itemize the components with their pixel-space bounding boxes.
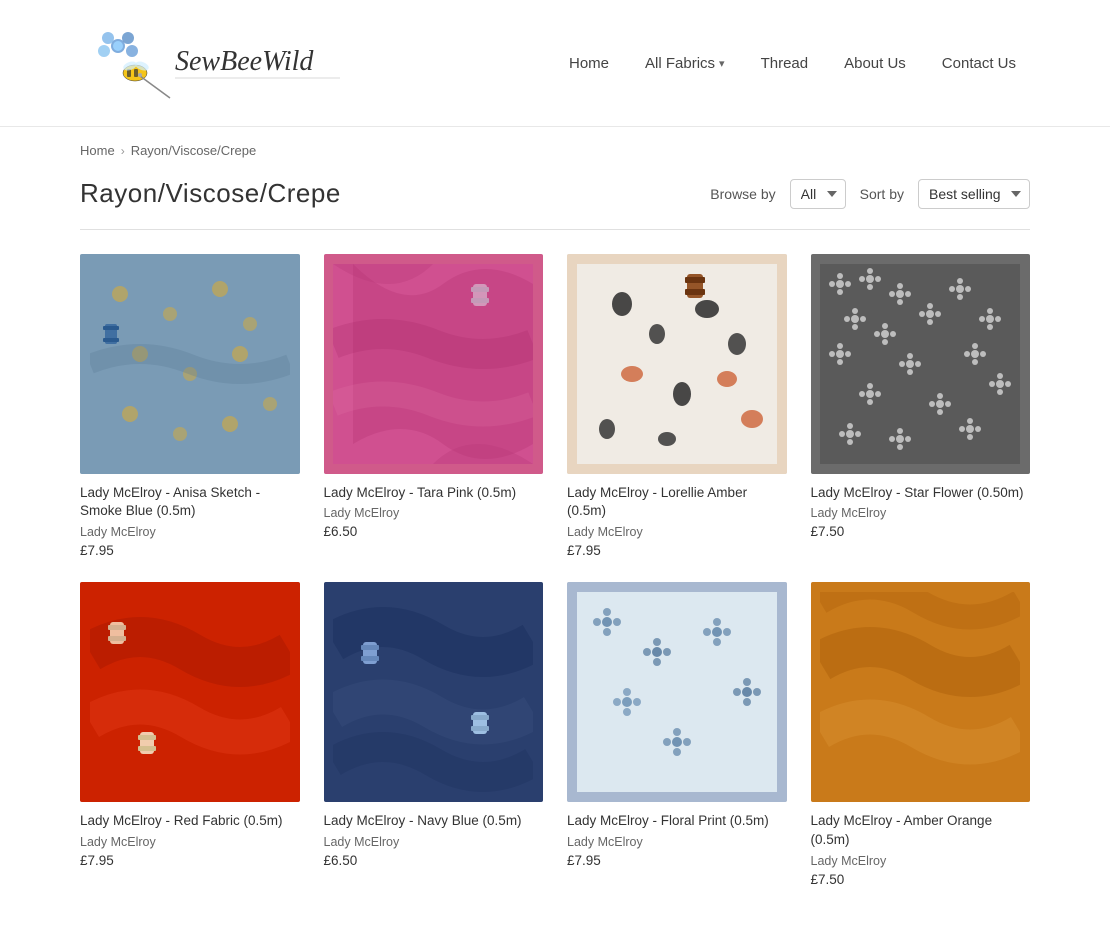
- nav-home[interactable]: Home: [555, 47, 623, 80]
- product-price: £6.50: [324, 853, 544, 868]
- product-price: £7.95: [80, 543, 300, 558]
- product-image-wrap: [324, 254, 544, 474]
- product-price: £7.50: [811, 872, 1031, 887]
- site-logo[interactable]: SewBeeWild: [80, 18, 340, 108]
- product-vendor: Lady McElroy: [80, 525, 300, 539]
- dropdown-arrow-icon: ▾: [719, 57, 725, 70]
- product-image-wrap: [811, 254, 1031, 474]
- nav-all-fabrics[interactable]: All Fabrics ▾: [631, 47, 739, 80]
- product-name: Lady McElroy - Navy Blue (0.5m): [324, 812, 544, 831]
- product-image-wrap: [324, 582, 544, 802]
- product-vendor: Lady McElroy: [811, 854, 1031, 868]
- breadcrumb-current: Rayon/Viscose/Crepe: [131, 143, 257, 158]
- product-name: Lady McElroy - Tara Pink (0.5m): [324, 484, 544, 503]
- product-name: Lady McElroy - Red Fabric (0.5m): [80, 812, 300, 831]
- product-card[interactable]: Lady McElroy - Red Fabric (0.5m) Lady Mc…: [80, 582, 300, 886]
- product-vendor: Lady McElroy: [567, 835, 787, 849]
- section-divider: [80, 229, 1030, 230]
- product-name: Lady McElroy - Floral Print (0.5m): [567, 812, 787, 831]
- product-card[interactable]: Lady McElroy - Star Flower (0.50m) Lady …: [811, 254, 1031, 558]
- sort-by-select[interactable]: Best selling: [918, 179, 1030, 209]
- nav-about-us[interactable]: About Us: [830, 47, 920, 80]
- product-card[interactable]: Lady McElroy - Floral Print (0.5m) Lady …: [567, 582, 787, 886]
- product-vendor: Lady McElroy: [324, 835, 544, 849]
- nav-contact-us[interactable]: Contact Us: [928, 47, 1030, 80]
- browse-by-label: Browse by: [710, 186, 775, 202]
- product-name: Lady McElroy - Amber Orange (0.5m): [811, 812, 1031, 850]
- product-vendor: Lady McElroy: [324, 506, 544, 520]
- page-header: Rayon/Viscose/Crepe Browse by All Sort b…: [0, 166, 1110, 229]
- product-image-wrap: [80, 582, 300, 802]
- site-header: SewBeeWild Home All Fabrics ▾ Thread Abo…: [0, 0, 1110, 127]
- product-vendor: Lady McElroy: [811, 506, 1031, 520]
- product-grid: Lady McElroy - Anisa Sketch - Smoke Blue…: [0, 254, 1110, 927]
- product-price: £7.95: [80, 853, 300, 868]
- page-title: Rayon/Viscose/Crepe: [80, 178, 341, 209]
- product-card[interactable]: Lady McElroy - Tara Pink (0.5m) Lady McE…: [324, 254, 544, 558]
- product-image-wrap: [567, 582, 787, 802]
- sort-by-label: Sort by: [860, 186, 904, 202]
- browse-by-select[interactable]: All: [790, 179, 846, 209]
- product-image-wrap: [80, 254, 300, 474]
- product-vendor: Lady McElroy: [80, 835, 300, 849]
- product-card[interactable]: Lady McElroy - Navy Blue (0.5m) Lady McE…: [324, 582, 544, 886]
- product-price: £7.95: [567, 543, 787, 558]
- breadcrumb-separator: ›: [121, 144, 125, 158]
- product-name: Lady McElroy - Lorellie Amber (0.5m): [567, 484, 787, 522]
- product-card[interactable]: Lady McElroy - Amber Orange (0.5m) Lady …: [811, 582, 1031, 886]
- svg-text:SewBeeWild: SewBeeWild: [175, 46, 314, 77]
- product-card[interactable]: Lady McElroy - Lorellie Amber (0.5m) Lad…: [567, 254, 787, 558]
- nav-thread[interactable]: Thread: [747, 47, 823, 80]
- product-price: £6.50: [324, 524, 544, 539]
- filter-area: Browse by All Sort by Best selling: [710, 179, 1030, 209]
- product-name: Lady McElroy - Anisa Sketch - Smoke Blue…: [80, 484, 300, 522]
- product-name: Lady McElroy - Star Flower (0.50m): [811, 484, 1031, 503]
- product-price: £7.95: [567, 853, 787, 868]
- breadcrumb-home[interactable]: Home: [80, 143, 115, 158]
- product-vendor: Lady McElroy: [567, 525, 787, 539]
- product-image-wrap: [811, 582, 1031, 802]
- product-price: £7.50: [811, 524, 1031, 539]
- logo-area[interactable]: SewBeeWild: [80, 18, 340, 108]
- product-card[interactable]: Lady McElroy - Anisa Sketch - Smoke Blue…: [80, 254, 300, 558]
- breadcrumb: Home › Rayon/Viscose/Crepe: [0, 127, 1110, 166]
- product-image-wrap: [567, 254, 787, 474]
- main-nav: Home All Fabrics ▾ Thread About Us Conta…: [555, 47, 1030, 80]
